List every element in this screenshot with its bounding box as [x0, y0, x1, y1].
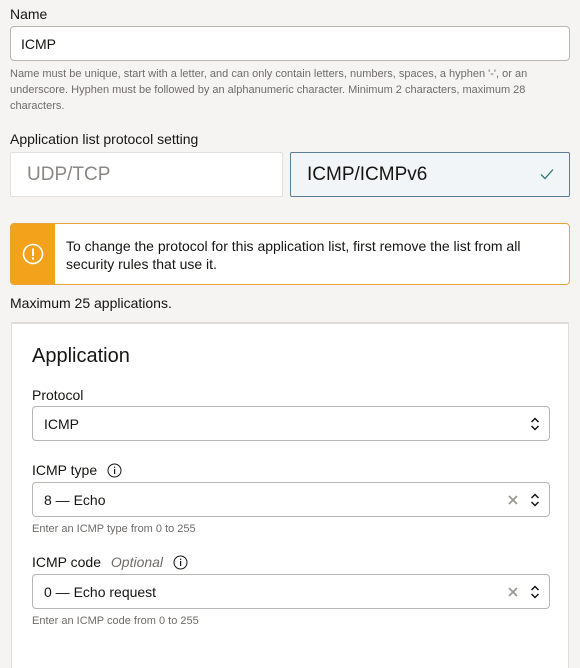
icmp-code-label: ICMP code [32, 554, 101, 570]
icmp-type-select[interactable]: 8 — Echo [32, 482, 550, 517]
checkmark-icon [539, 166, 555, 188]
icmp-code-help: Enter an ICMP code from 0 to 255 [32, 615, 199, 627]
icmp-type-help: Enter an ICMP type from 0 to 255 [32, 523, 196, 535]
clear-icon[interactable] [507, 493, 519, 509]
application-card: Application Protocol ICMP ICMP type 8 — … [11, 322, 569, 668]
warning-strip [11, 224, 55, 284]
icmp-type-label: ICMP type [32, 462, 98, 478]
clear-icon[interactable] [507, 585, 519, 601]
optional-tag: Optional [110, 554, 164, 570]
option-udp-tcp-label: UDP/TCP [27, 163, 111, 185]
warning-text: To change the protocol for this applicat… [66, 238, 521, 272]
chevron-up-down-icon [529, 416, 541, 435]
option-udp-tcp[interactable]: UDP/TCP [10, 152, 283, 197]
protocol-select[interactable]: ICMP [32, 406, 550, 441]
warning-icon [22, 243, 44, 270]
max-applications-text: Maximum 25 applications. [10, 295, 172, 311]
name-input[interactable]: ICMP [10, 26, 570, 61]
name-help-text: Name must be unique, start with a letter… [10, 68, 528, 112]
protocol-label: Protocol [32, 387, 84, 403]
protocol-setting-label: Application list protocol setting [10, 131, 199, 147]
option-icmp-icmpv6-label: ICMP/ICMPv6 [307, 163, 428, 185]
info-icon[interactable] [107, 463, 122, 481]
icmp-code-value: 0 — Echo request [44, 583, 157, 600]
icmp-code-select[interactable]: 0 — Echo request [32, 574, 550, 609]
name-label: Name [10, 6, 48, 22]
icmp-type-value: 8 — Echo [44, 491, 106, 508]
chevron-up-down-icon [529, 584, 541, 603]
application-title: Application [32, 345, 130, 367]
icmp-type-label-row: ICMP type [32, 462, 122, 481]
warning-banner: To change the protocol for this applicat… [10, 223, 570, 285]
protocol-value: ICMP [44, 415, 79, 432]
chevron-up-down-icon [529, 492, 541, 511]
option-icmp-icmpv6[interactable]: ICMP/ICMPv6 [290, 152, 570, 197]
info-icon[interactable] [173, 555, 188, 573]
icmp-code-label-row: ICMP code Optional [32, 554, 188, 573]
